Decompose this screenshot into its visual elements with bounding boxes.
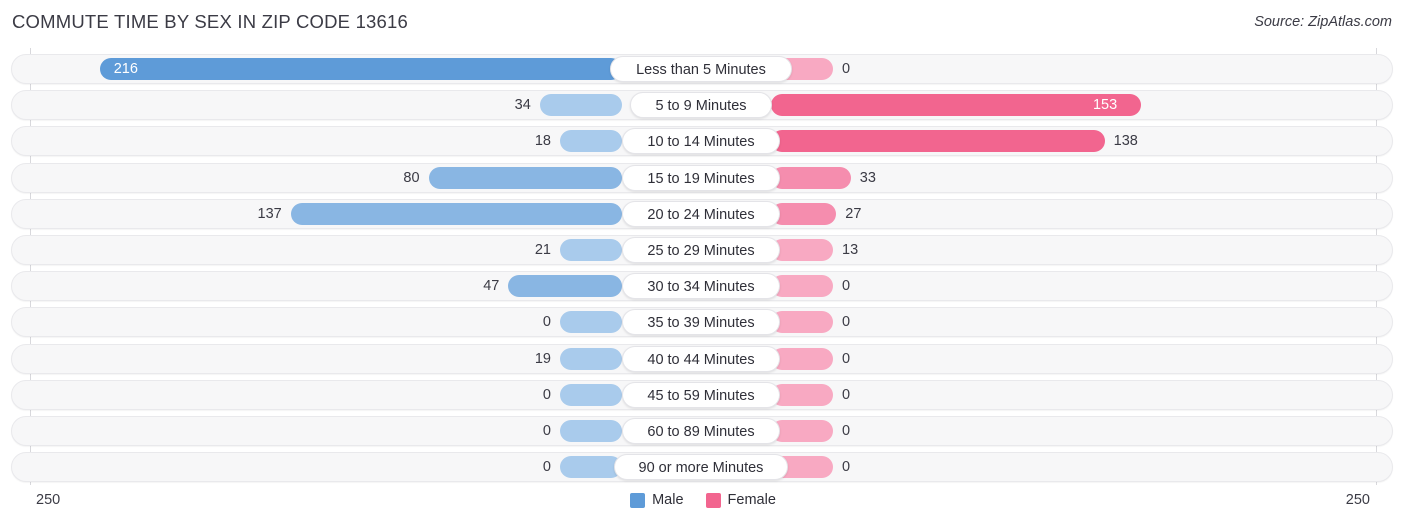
table-row: 19 0 40 to 44 Minutes bbox=[11, 343, 1393, 374]
category-label: 25 to 29 Minutes bbox=[621, 237, 781, 263]
bar-male bbox=[560, 347, 622, 370]
value-label-female: 27 bbox=[845, 205, 862, 222]
table-row: 80 33 15 to 19 Minutes bbox=[11, 162, 1393, 193]
chart-legend: Male Female bbox=[0, 492, 1406, 508]
legend-item-male[interactable]: Male bbox=[630, 492, 684, 508]
category-label: 40 to 44 Minutes bbox=[621, 345, 781, 372]
category-label: 5 to 9 Minutes bbox=[629, 92, 773, 119]
legend-swatch-icon bbox=[630, 492, 646, 508]
value-label-male: 80 bbox=[403, 169, 420, 186]
table-row: 0 0 90 or more Minutes bbox=[11, 452, 1393, 483]
value-label-male: 18 bbox=[534, 133, 551, 150]
legend-item-female[interactable]: Female bbox=[705, 492, 776, 508]
legend-swatch-icon bbox=[705, 492, 721, 508]
bar-female bbox=[771, 420, 833, 442]
value-label-male: 0 bbox=[542, 459, 551, 476]
value-label-female: 0 bbox=[842, 278, 851, 295]
category-label: Less than 5 Minutes bbox=[609, 56, 793, 82]
value-label-male: 0 bbox=[542, 314, 551, 331]
category-label: 60 to 89 Minutes bbox=[621, 418, 781, 444]
table-row: 137 27 20 to 24 Minutes bbox=[11, 198, 1393, 229]
value-label-male: 0 bbox=[542, 423, 551, 439]
source-attribution: Source: ZipAtlas.com bbox=[1254, 14, 1392, 30]
bar-male bbox=[560, 239, 622, 261]
table-row: 0 0 60 to 89 Minutes bbox=[11, 416, 1393, 446]
legend-label: Male bbox=[652, 492, 684, 508]
table-row: 0 0 35 to 39 Minutes bbox=[11, 307, 1393, 338]
bar-female bbox=[771, 311, 833, 334]
value-label-female: 13 bbox=[842, 242, 859, 258]
value-label-female: 0 bbox=[842, 459, 851, 476]
category-label: 90 or more Minutes bbox=[613, 454, 789, 481]
bar-male bbox=[99, 58, 622, 80]
table-row: 216 0 Less than 5 Minutes bbox=[11, 54, 1393, 84]
value-label-female: 0 bbox=[842, 386, 851, 403]
value-label-male: 216 bbox=[113, 61, 138, 77]
bar-male bbox=[539, 94, 622, 117]
value-label-male: 21 bbox=[534, 242, 551, 258]
page-title: COMMUTE TIME BY SEX IN ZIP CODE 13616 bbox=[12, 11, 409, 32]
value-label-male: 19 bbox=[534, 350, 551, 367]
table-row: 21 13 25 to 29 Minutes bbox=[11, 235, 1393, 265]
bar-female bbox=[771, 383, 833, 406]
bar-male bbox=[560, 130, 622, 153]
bar-male bbox=[560, 311, 622, 334]
bar-female bbox=[771, 94, 1141, 117]
bar-female bbox=[771, 130, 1105, 153]
bar-male bbox=[560, 456, 622, 479]
bar-female bbox=[771, 239, 833, 261]
table-row: 47 0 30 to 34 Minutes bbox=[11, 271, 1393, 302]
bar-female bbox=[771, 202, 837, 225]
table-row: 34 153 5 to 9 Minutes bbox=[11, 90, 1393, 121]
category-label: 20 to 24 Minutes bbox=[621, 200, 781, 227]
value-label-female: 0 bbox=[842, 423, 851, 439]
bar-female bbox=[771, 275, 833, 298]
value-label-female: 153 bbox=[1092, 97, 1118, 114]
value-label-male: 34 bbox=[514, 97, 531, 114]
value-label-female: 0 bbox=[842, 314, 851, 331]
value-label-female: 0 bbox=[842, 61, 851, 77]
category-label: 45 to 59 Minutes bbox=[621, 381, 781, 408]
value-label-female: 138 bbox=[1113, 133, 1138, 150]
value-label-female: 0 bbox=[842, 350, 851, 367]
value-label-female: 33 bbox=[859, 169, 876, 186]
chart-header: COMMUTE TIME BY SEX IN ZIP CODE 13616 So… bbox=[0, 0, 1406, 44]
bar-male bbox=[428, 166, 622, 189]
bar-male bbox=[508, 275, 622, 298]
bar-female bbox=[771, 347, 833, 370]
bar-female bbox=[771, 166, 851, 189]
chart-footer: 250 250 Male Female bbox=[0, 485, 1406, 523]
bar-male bbox=[560, 383, 622, 406]
category-label: 15 to 19 Minutes bbox=[621, 164, 781, 191]
table-row: 0 0 45 to 59 Minutes bbox=[11, 379, 1393, 410]
category-label: 10 to 14 Minutes bbox=[621, 128, 781, 155]
chart-plot-area: 216 0 Less than 5 Minutes 34 153 5 to 9 Minut… bbox=[0, 48, 1406, 485]
bar-male bbox=[560, 420, 622, 442]
value-label-male: 47 bbox=[483, 278, 500, 295]
table-row: 18 138 10 to 14 Minutes bbox=[11, 126, 1393, 157]
value-label-male: 0 bbox=[542, 386, 551, 403]
value-label-male: 137 bbox=[257, 205, 282, 222]
legend-label: Female bbox=[727, 492, 776, 508]
category-label: 35 to 39 Minutes bbox=[621, 309, 781, 336]
bar-male bbox=[290, 202, 622, 225]
category-label: 30 to 34 Minutes bbox=[621, 273, 781, 300]
